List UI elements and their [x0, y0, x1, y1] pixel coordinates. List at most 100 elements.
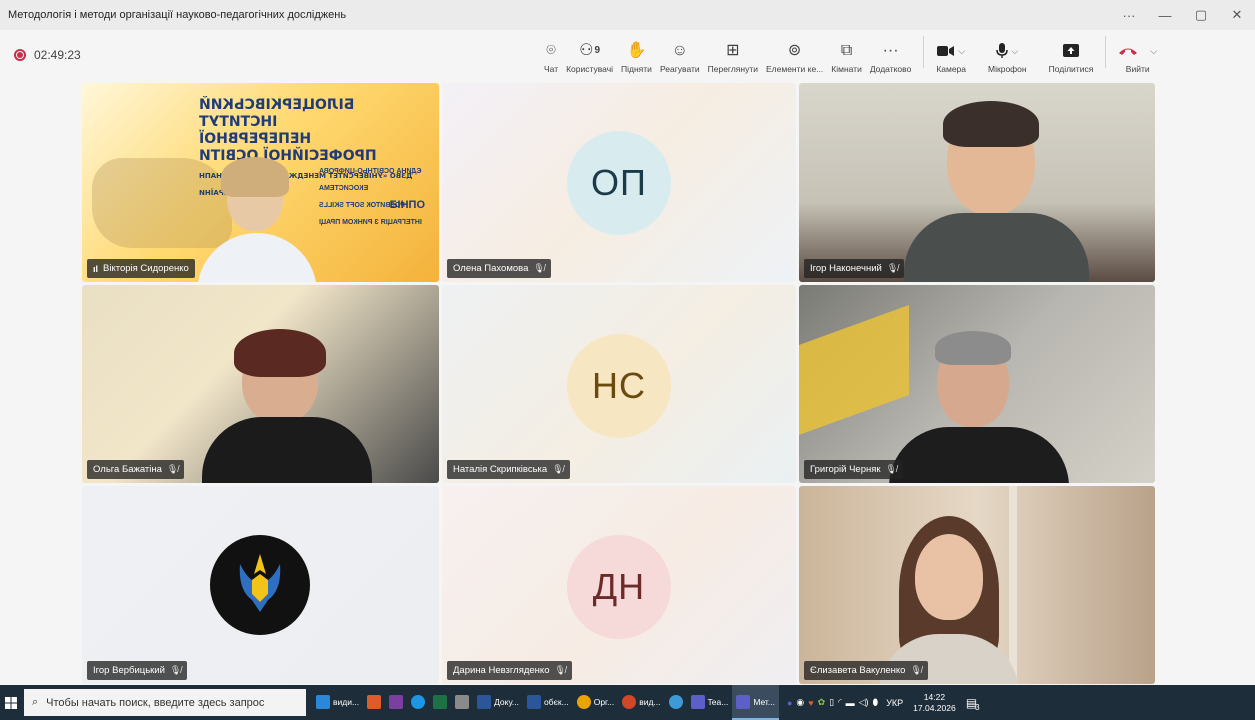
chat-icon: ⌾ — [546, 42, 556, 59]
people-count: 9 — [594, 45, 601, 56]
participant-name-tag: Ігор Вербицький 🎙︎̸ — [87, 661, 188, 680]
more-options-button[interactable]: ··· — [1111, 0, 1147, 30]
participant-video — [879, 331, 1079, 483]
mic-off-icon: 🎙︎̸ — [886, 263, 899, 273]
share-button[interactable]: Поділитися — [1045, 34, 1098, 74]
leave-options-chevron-icon[interactable]: ⌵ — [1150, 41, 1157, 61]
meeting-toolbar: 02:49:23 ⌾ Чат ⚇ 9 Користувачі ✋ Підняти … — [0, 30, 1255, 80]
participant-video — [869, 516, 1029, 684]
tray-icon[interactable]: ♥ — [808, 698, 813, 708]
people-button[interactable]: ⚇ 9 Користувачі — [562, 34, 617, 74]
apps-button[interactable]: ⊚ Елементи ке... — [762, 34, 827, 74]
participant-name-tag: Дарина Невзгляденко 🎙︎̸ — [447, 661, 572, 680]
participant-video — [202, 329, 372, 483]
battery-level-icon[interactable]: ▬ — [846, 698, 855, 708]
app-icon — [433, 694, 448, 709]
taskbar-search-box[interactable]: ⌕ Чтобы начать поиск, введите здесь запр… — [24, 689, 306, 716]
network-icon[interactable]: ◜ — [838, 697, 842, 708]
taskbar-app[interactable]: види... — [312, 685, 363, 720]
apps-icon: ⊚ — [787, 42, 802, 59]
taskbar-app[interactable] — [451, 685, 473, 720]
windows-taskbar: ⌕ Чтобы начать поиск, введите здесь запр… — [0, 685, 1255, 720]
video-tile[interactable]: ОП Олена Пахомова 🎙︎̸ — [442, 83, 796, 282]
more-icon: ··· — [882, 42, 899, 59]
language-indicator[interactable]: УКР — [886, 698, 903, 708]
tray-icon[interactable]: ● — [787, 698, 792, 708]
raise-hand-icon: ✋ — [626, 42, 647, 59]
notification-count: 3 — [975, 703, 980, 712]
restore-button[interactable]: ▢ — [1183, 0, 1219, 30]
share-icon — [1062, 44, 1079, 57]
app-icon — [316, 694, 330, 709]
mic-off-icon: 🎙︎̸ — [533, 263, 545, 273]
battery-icon[interactable]: ▯ — [829, 697, 834, 708]
camera-button[interactable]: ⌵ Камера — [932, 34, 970, 74]
participant-video — [197, 157, 317, 282]
leave-button[interactable]: ⌵ Вийти — [1114, 34, 1161, 74]
view-button[interactable]: ⊞ Переглянути — [704, 34, 762, 74]
speaking-indicator-icon: ıl — [93, 263, 99, 274]
avatar-initials: ОП — [567, 131, 671, 235]
close-button[interactable]: ✕ — [1219, 0, 1255, 30]
video-tile[interactable]: Ольга Бажатіна 🎙︎̸ — [82, 285, 439, 483]
taskbar-app-active[interactable]: Мет... — [732, 685, 779, 720]
rooms-button[interactable]: ⧉ Кімнати — [827, 34, 866, 74]
volume-icon[interactable]: ◁) — [859, 697, 869, 708]
video-tile[interactable]: БІЛОЦЕРКІВСЬКИЙ ІНСТИТУТ НЕПЕРЕРВНОЇ ПРО… — [82, 83, 439, 282]
camera-options-chevron-icon[interactable]: ⌵ — [958, 41, 965, 61]
minimize-button[interactable]: — — [1147, 0, 1183, 30]
camera-icon — [937, 46, 955, 56]
microphone-icon — [996, 43, 1009, 58]
avatar-initials: ДН — [567, 535, 671, 639]
taskbar-app[interactable]: вид... — [618, 685, 664, 720]
taskbar-app[interactable] — [429, 685, 451, 720]
taskbar-app[interactable]: обєк... — [523, 685, 573, 720]
toolbar-actions: ⌾ Чат ⚇ 9 Користувачі ✋ Підняти ☺ Реагува… — [540, 30, 1161, 80]
video-tile[interactable]: ДН Дарина Невзгляденко 🎙︎̸ — [442, 486, 796, 684]
notifications-button[interactable]: ▤ 3 — [962, 685, 984, 720]
react-icon: ☺ — [671, 42, 688, 59]
mic-off-icon: 🎙︎̸ — [554, 665, 566, 675]
clock-date: 17.04.2026 — [913, 702, 956, 713]
app-icon — [526, 694, 541, 709]
mic-off-icon: 🎙︎̸ — [910, 665, 922, 675]
banner-list: ЄДИНА ОСВІТНЬО-ЦИФРОВА ЕКОСИСТЕМА РОЗВИТ… — [319, 168, 422, 226]
participant-name-tag: Ігор Наконечний 🎙︎̸ — [804, 259, 905, 278]
tray-icon[interactable]: ✿ — [818, 697, 826, 708]
taskbar-clock[interactable]: 14:22 17.04.2026 — [913, 692, 956, 714]
toolbar-divider — [1105, 36, 1107, 68]
search-placeholder: Чтобы начать поиск, введите здесь запрос — [46, 696, 265, 709]
more-actions-button[interactable]: ··· Додатково — [866, 34, 915, 74]
microphone-button[interactable]: ⌵ Мікрофон — [984, 34, 1031, 74]
chat-button[interactable]: ⌾ Чат — [540, 34, 562, 74]
window-title: Методологія і методи організації науково… — [8, 9, 347, 21]
app-icon — [690, 694, 705, 709]
video-tile[interactable]: Ігор Вербицький 🎙︎̸ — [82, 486, 439, 684]
taskbar-app[interactable]: Tea... — [687, 685, 733, 720]
app-icon — [411, 694, 426, 709]
taskbar-app[interactable]: Орг... — [573, 685, 619, 720]
taskbar-app[interactable] — [385, 685, 407, 720]
taskbar-app[interactable] — [407, 685, 429, 720]
raise-hand-button[interactable]: ✋ Підняти — [617, 34, 656, 74]
participant-name-tag: Єлизавета Вакуленко 🎙︎̸ — [804, 661, 928, 680]
taskbar-app[interactable] — [363, 685, 385, 720]
rooms-icon: ⧉ — [840, 42, 853, 59]
start-button[interactable] — [0, 685, 22, 720]
video-tile[interactable]: НС Наталія Скрипківська 🎙︎̸ — [442, 285, 796, 483]
clock-time: 14:22 — [923, 691, 946, 702]
microphone-options-chevron-icon[interactable]: ⌵ — [1011, 41, 1018, 61]
video-tile[interactable]: Єлизавета Вакуленко 🎙︎̸ — [799, 486, 1155, 684]
app-icon — [668, 694, 683, 709]
video-tile[interactable]: Ігор Наконечний 🎙︎̸ — [799, 83, 1155, 282]
video-tile[interactable]: Григорій Черняк 🎙︎̸ — [799, 285, 1155, 483]
app-icon — [455, 694, 470, 709]
react-button[interactable]: ☺ Реагувати — [656, 34, 704, 74]
taskbar-app[interactable] — [665, 685, 687, 720]
record-icon — [14, 49, 26, 61]
mic-off-icon: 🎙︎̸ — [885, 464, 897, 474]
microphone-tray-icon[interactable]: ⬮ — [873, 697, 879, 708]
participant-name-tag: Григорій Черняк 🎙︎̸ — [804, 460, 903, 479]
tray-icon[interactable]: ◉ — [796, 697, 804, 708]
taskbar-app[interactable]: Доку... — [473, 685, 523, 720]
